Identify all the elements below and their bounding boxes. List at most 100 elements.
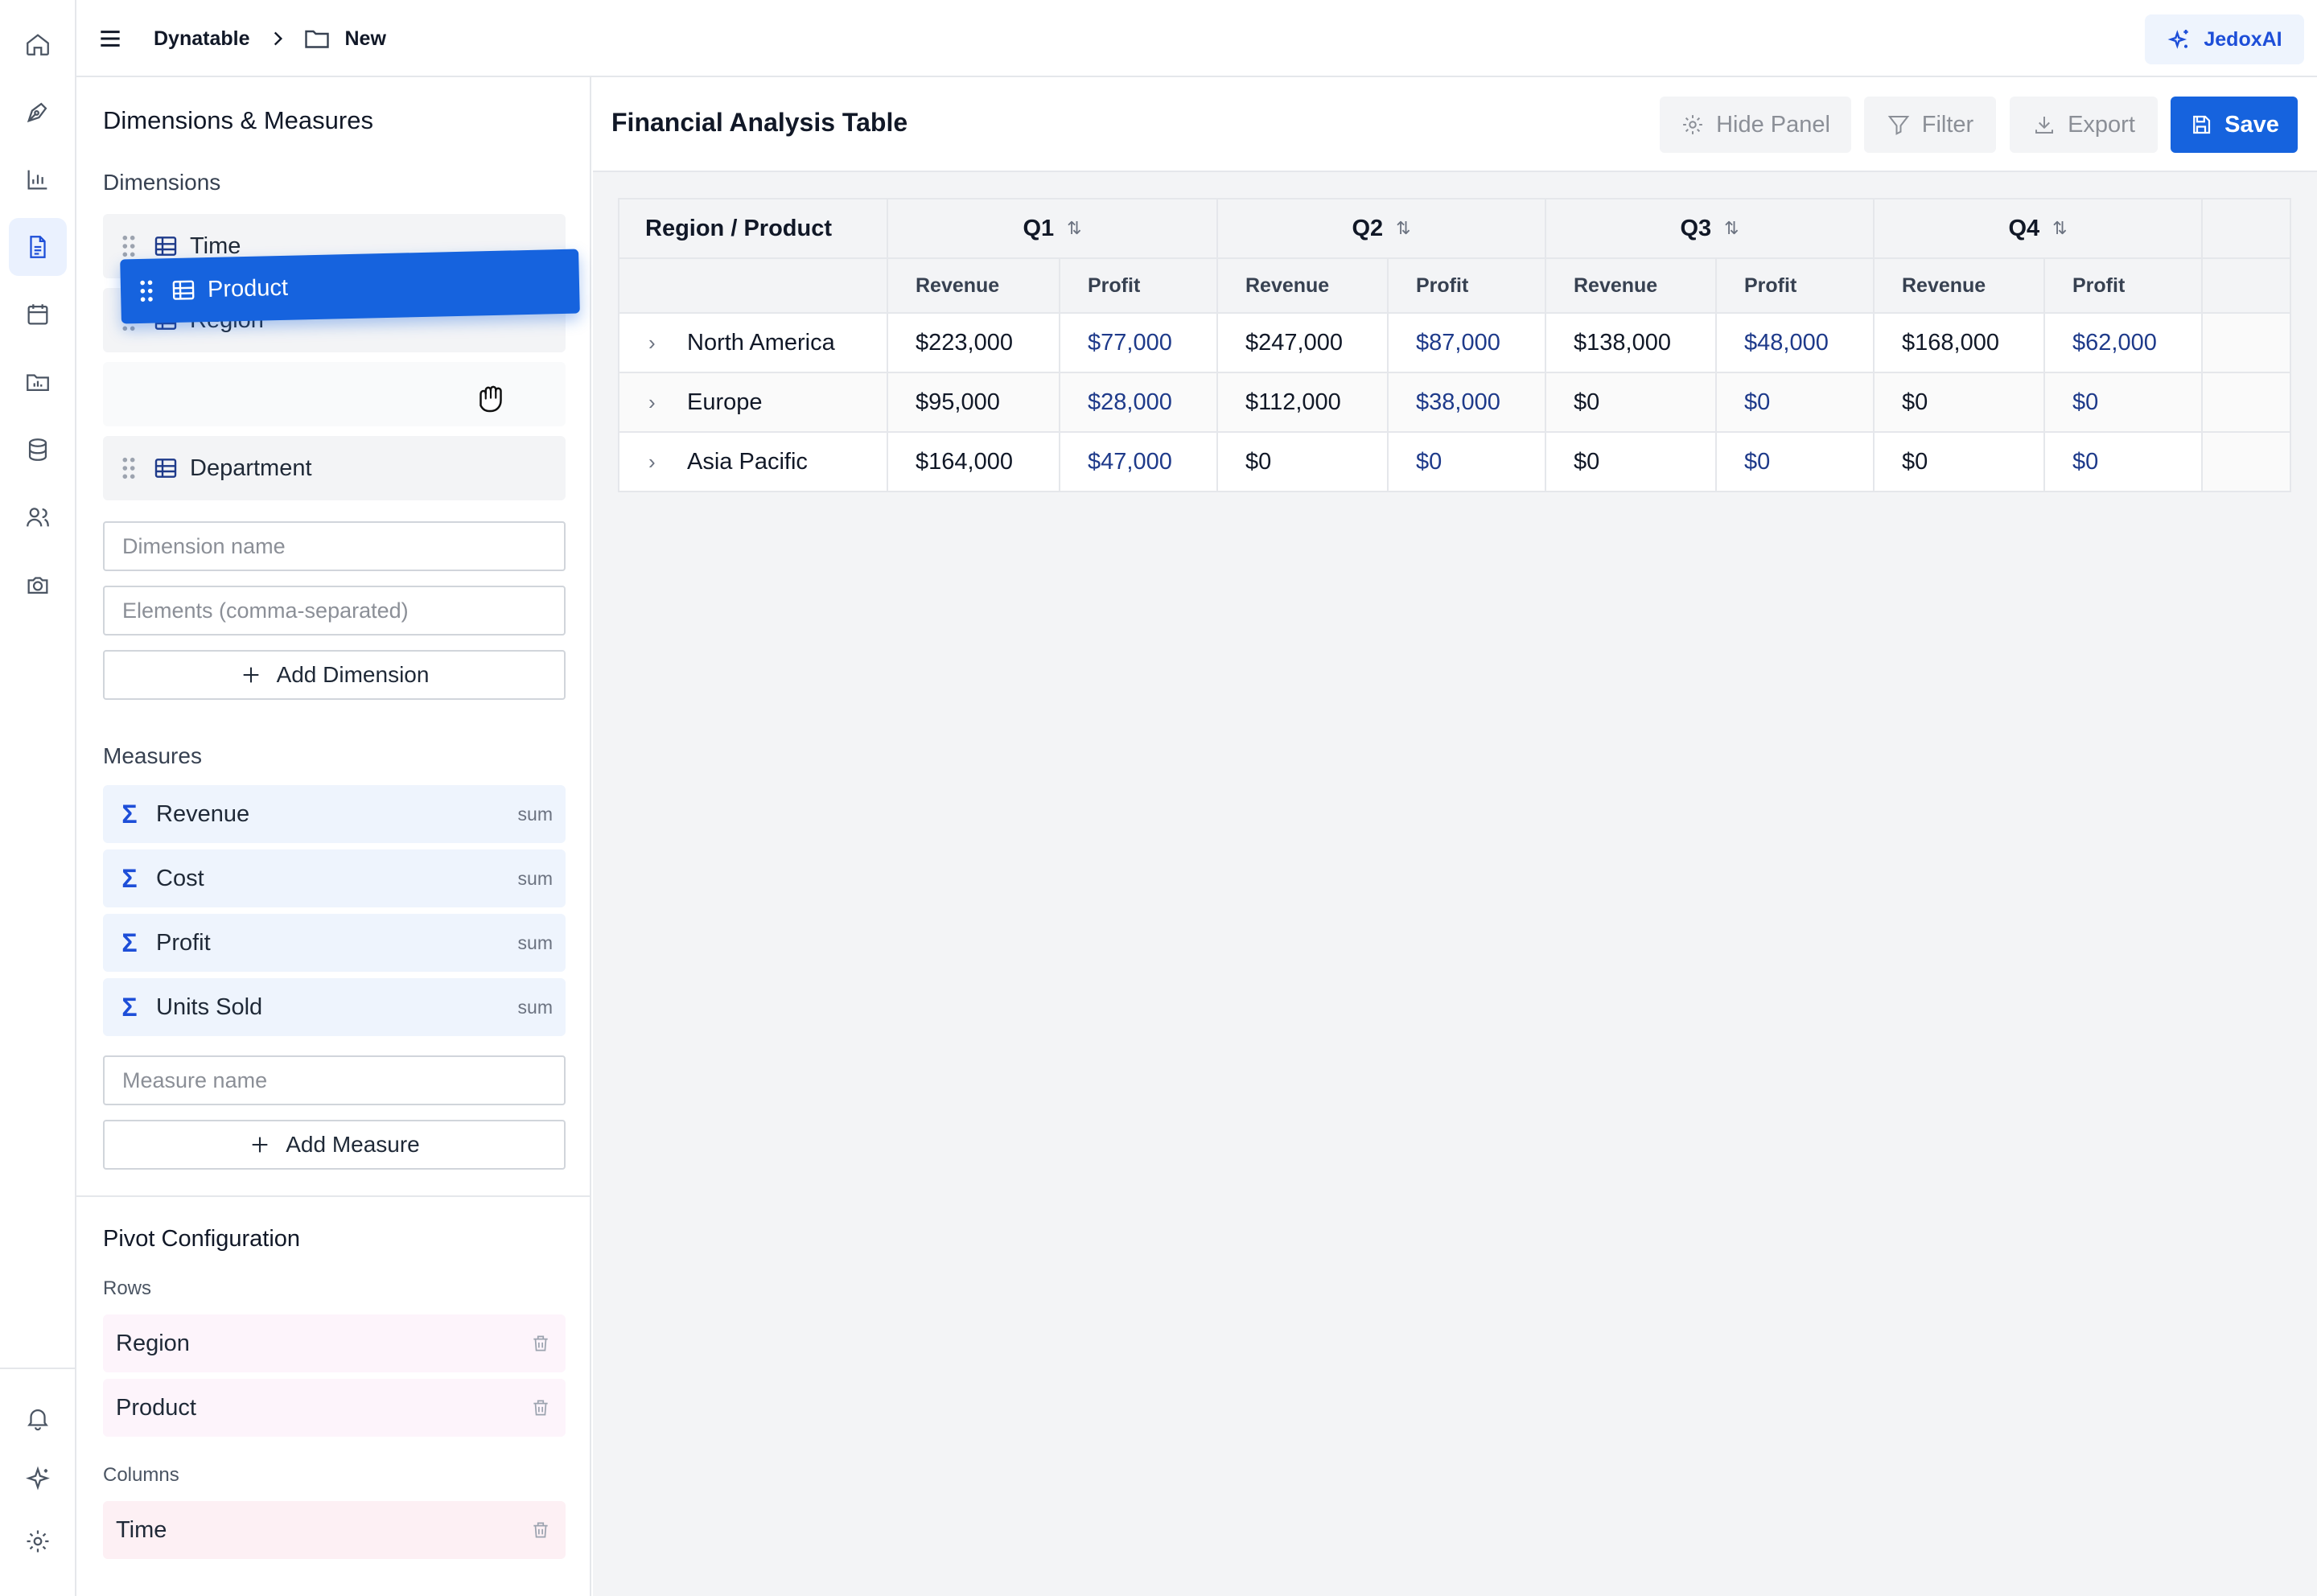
breadcrumb-root[interactable]: Dynatable <box>154 27 249 51</box>
camera-icon[interactable] <box>9 556 67 614</box>
table-cell[interactable]: $168,000 <box>1873 312 2045 373</box>
row-header[interactable]: › North America <box>618 312 888 373</box>
home-icon[interactable] <box>9 15 67 73</box>
sort-icon[interactable]: ⇅ <box>1067 218 1081 239</box>
chevron-right-icon[interactable]: › <box>648 331 669 356</box>
drag-handle-icon[interactable] <box>119 456 138 480</box>
sigma-icon: Σ <box>121 799 138 829</box>
save-button[interactable]: Save <box>2171 97 2298 153</box>
dimension-elements-input[interactable] <box>103 586 566 636</box>
table-cell[interactable]: $112,000 <box>1216 372 1389 433</box>
database-icon[interactable] <box>9 421 67 479</box>
folder-chart-icon[interactable] <box>9 353 67 411</box>
save-label: Save <box>2224 111 2279 138</box>
quarter-header[interactable]: Q2 ⇅ <box>1216 198 1546 259</box>
table-cell[interactable]: $0 <box>1715 372 1875 433</box>
table-cell[interactable]: $0 <box>1216 431 1389 492</box>
measure-aggregation: sum <box>517 803 553 825</box>
row-header[interactable]: › Europe <box>618 372 888 433</box>
table-cell[interactable]: $0 <box>1715 431 1875 492</box>
pivot-row-product[interactable]: Product <box>103 1379 566 1437</box>
add-dimension-label: Add Dimension <box>276 662 430 687</box>
table-cell[interactable]: $0 <box>1873 372 2045 433</box>
columns-heading: Columns <box>103 1464 179 1486</box>
pivot-row-label: Product <box>116 1394 196 1421</box>
measure-header: Revenue <box>1873 257 2045 314</box>
hide-panel-label: Hide Panel <box>1716 111 1830 138</box>
dimension-item-department[interactable]: Department <box>103 436 566 500</box>
document-icon[interactable] <box>9 218 67 276</box>
table-cell[interactable]: $164,000 <box>887 431 1060 492</box>
table-cell[interactable]: $95,000 <box>887 372 1060 433</box>
table-cell[interactable]: $47,000 <box>1059 431 1218 492</box>
users-icon[interactable] <box>9 488 67 546</box>
table-cell[interactable]: $38,000 <box>1387 372 1546 433</box>
table-cell[interactable]: $223,000 <box>887 312 1060 373</box>
dimension-name-input[interactable] <box>103 521 566 571</box>
filter-button[interactable]: Filter <box>1864 97 1996 153</box>
sort-icon[interactable]: ⇅ <box>1396 218 1410 239</box>
trash-icon[interactable] <box>530 1397 551 1418</box>
trash-icon[interactable] <box>530 1333 551 1354</box>
table-cell[interactable]: $138,000 <box>1545 312 1717 373</box>
hamburger-menu-icon[interactable] <box>94 23 126 55</box>
sparkle-icon[interactable] <box>9 1450 67 1508</box>
table-cell[interactable]: $0 <box>1873 431 2045 492</box>
corner-header: Region / Product <box>618 198 888 259</box>
pivot-row-region[interactable]: Region <box>103 1314 566 1372</box>
chevron-right-icon[interactable]: › <box>648 390 669 415</box>
table-icon <box>154 459 177 478</box>
table-row: › Asia Pacific $164,000 $47,000 $0 $0 $0 … <box>618 431 2291 492</box>
add-measure-button[interactable]: Add Measure <box>103 1120 566 1170</box>
measure-item-cost[interactable]: Σ Cost sum <box>103 849 566 907</box>
chevron-right-icon[interactable]: › <box>648 450 669 475</box>
icon-rail <box>0 0 76 1596</box>
quarter-header[interactable]: Q4 ⇅ <box>1873 198 2203 259</box>
pen-tool-icon[interactable] <box>9 83 67 141</box>
table-cell[interactable]: $0 <box>1545 431 1717 492</box>
row-header[interactable]: › Asia Pacific <box>618 431 888 492</box>
sort-icon[interactable]: ⇅ <box>2052 218 2067 239</box>
quarter-header[interactable]: Q1 ⇅ <box>887 198 1218 259</box>
hide-panel-button[interactable]: Hide Panel <box>1660 97 1851 153</box>
bell-icon[interactable] <box>9 1389 67 1447</box>
panel-divider <box>76 1195 591 1197</box>
table-cell[interactable]: $0 <box>2043 372 2203 433</box>
table-cell[interactable]: $77,000 <box>1059 312 1218 373</box>
settings-gear-icon[interactable] <box>9 1512 67 1570</box>
measure-header: Revenue <box>1545 257 1717 314</box>
sort-icon[interactable]: ⇅ <box>1724 218 1739 239</box>
drag-handle-icon[interactable] <box>137 278 157 303</box>
export-button[interactable]: Export <box>2010 97 2158 153</box>
chevron-right-icon <box>274 31 283 46</box>
bar-chart-icon[interactable] <box>9 150 67 208</box>
table-cell[interactable]: $62,000 <box>2043 312 2203 373</box>
measure-item-units-sold[interactable]: Σ Units Sold sum <box>103 978 566 1036</box>
trash-icon[interactable] <box>530 1520 551 1540</box>
drag-handle-icon[interactable] <box>119 234 138 258</box>
dragging-dimension-label: Product <box>207 274 289 302</box>
folder-icon <box>305 30 330 48</box>
table-cell[interactable]: $0 <box>2043 431 2203 492</box>
table-cell[interactable]: $247,000 <box>1216 312 1389 373</box>
table-cell[interactable]: $0 <box>1387 431 1546 492</box>
jedox-ai-button[interactable]: JedoxAI <box>2145 14 2304 64</box>
plus-icon <box>243 667 258 683</box>
dragging-dimension-product[interactable]: Product <box>120 249 580 324</box>
measure-item-profit[interactable]: Σ Profit sum <box>103 914 566 972</box>
table-cell[interactable]: $48,000 <box>1715 312 1875 373</box>
pivot-column-time[interactable]: Time <box>103 1501 566 1559</box>
filler-cell <box>2201 372 2291 433</box>
measure-header: Profit <box>1387 257 1546 314</box>
table-cell[interactable]: $87,000 <box>1387 312 1546 373</box>
calendar-icon[interactable] <box>9 286 67 343</box>
table-cell[interactable]: $0 <box>1545 372 1717 433</box>
quarter-header[interactable]: Q3 ⇅ <box>1545 198 1875 259</box>
breadcrumb-current[interactable]: New <box>344 27 385 51</box>
measure-item-revenue[interactable]: Σ Revenue sum <box>103 785 566 843</box>
measure-header: Revenue <box>1216 257 1389 314</box>
add-dimension-button[interactable]: Add Dimension <box>103 650 566 700</box>
measure-label: Profit <box>156 929 211 956</box>
measure-name-input[interactable] <box>103 1055 566 1105</box>
table-cell[interactable]: $28,000 <box>1059 372 1218 433</box>
